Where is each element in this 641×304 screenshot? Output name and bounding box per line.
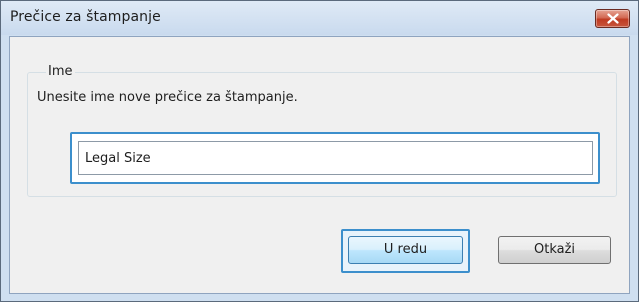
close-icon: [607, 13, 619, 24]
close-button[interactable]: [595, 9, 630, 28]
instruction-text: Unesite ime nove prečice za štampanje.: [37, 90, 298, 105]
group-legend: Ime: [46, 64, 75, 79]
title-bar[interactable]: Prečice za štampanje: [1, 1, 638, 35]
shortcut-name-input[interactable]: [78, 141, 593, 175]
dialog-title: Prečice za štampanje: [10, 9, 161, 25]
ok-button[interactable]: U redu: [348, 236, 463, 264]
cancel-button[interactable]: Otkaži: [498, 236, 611, 264]
